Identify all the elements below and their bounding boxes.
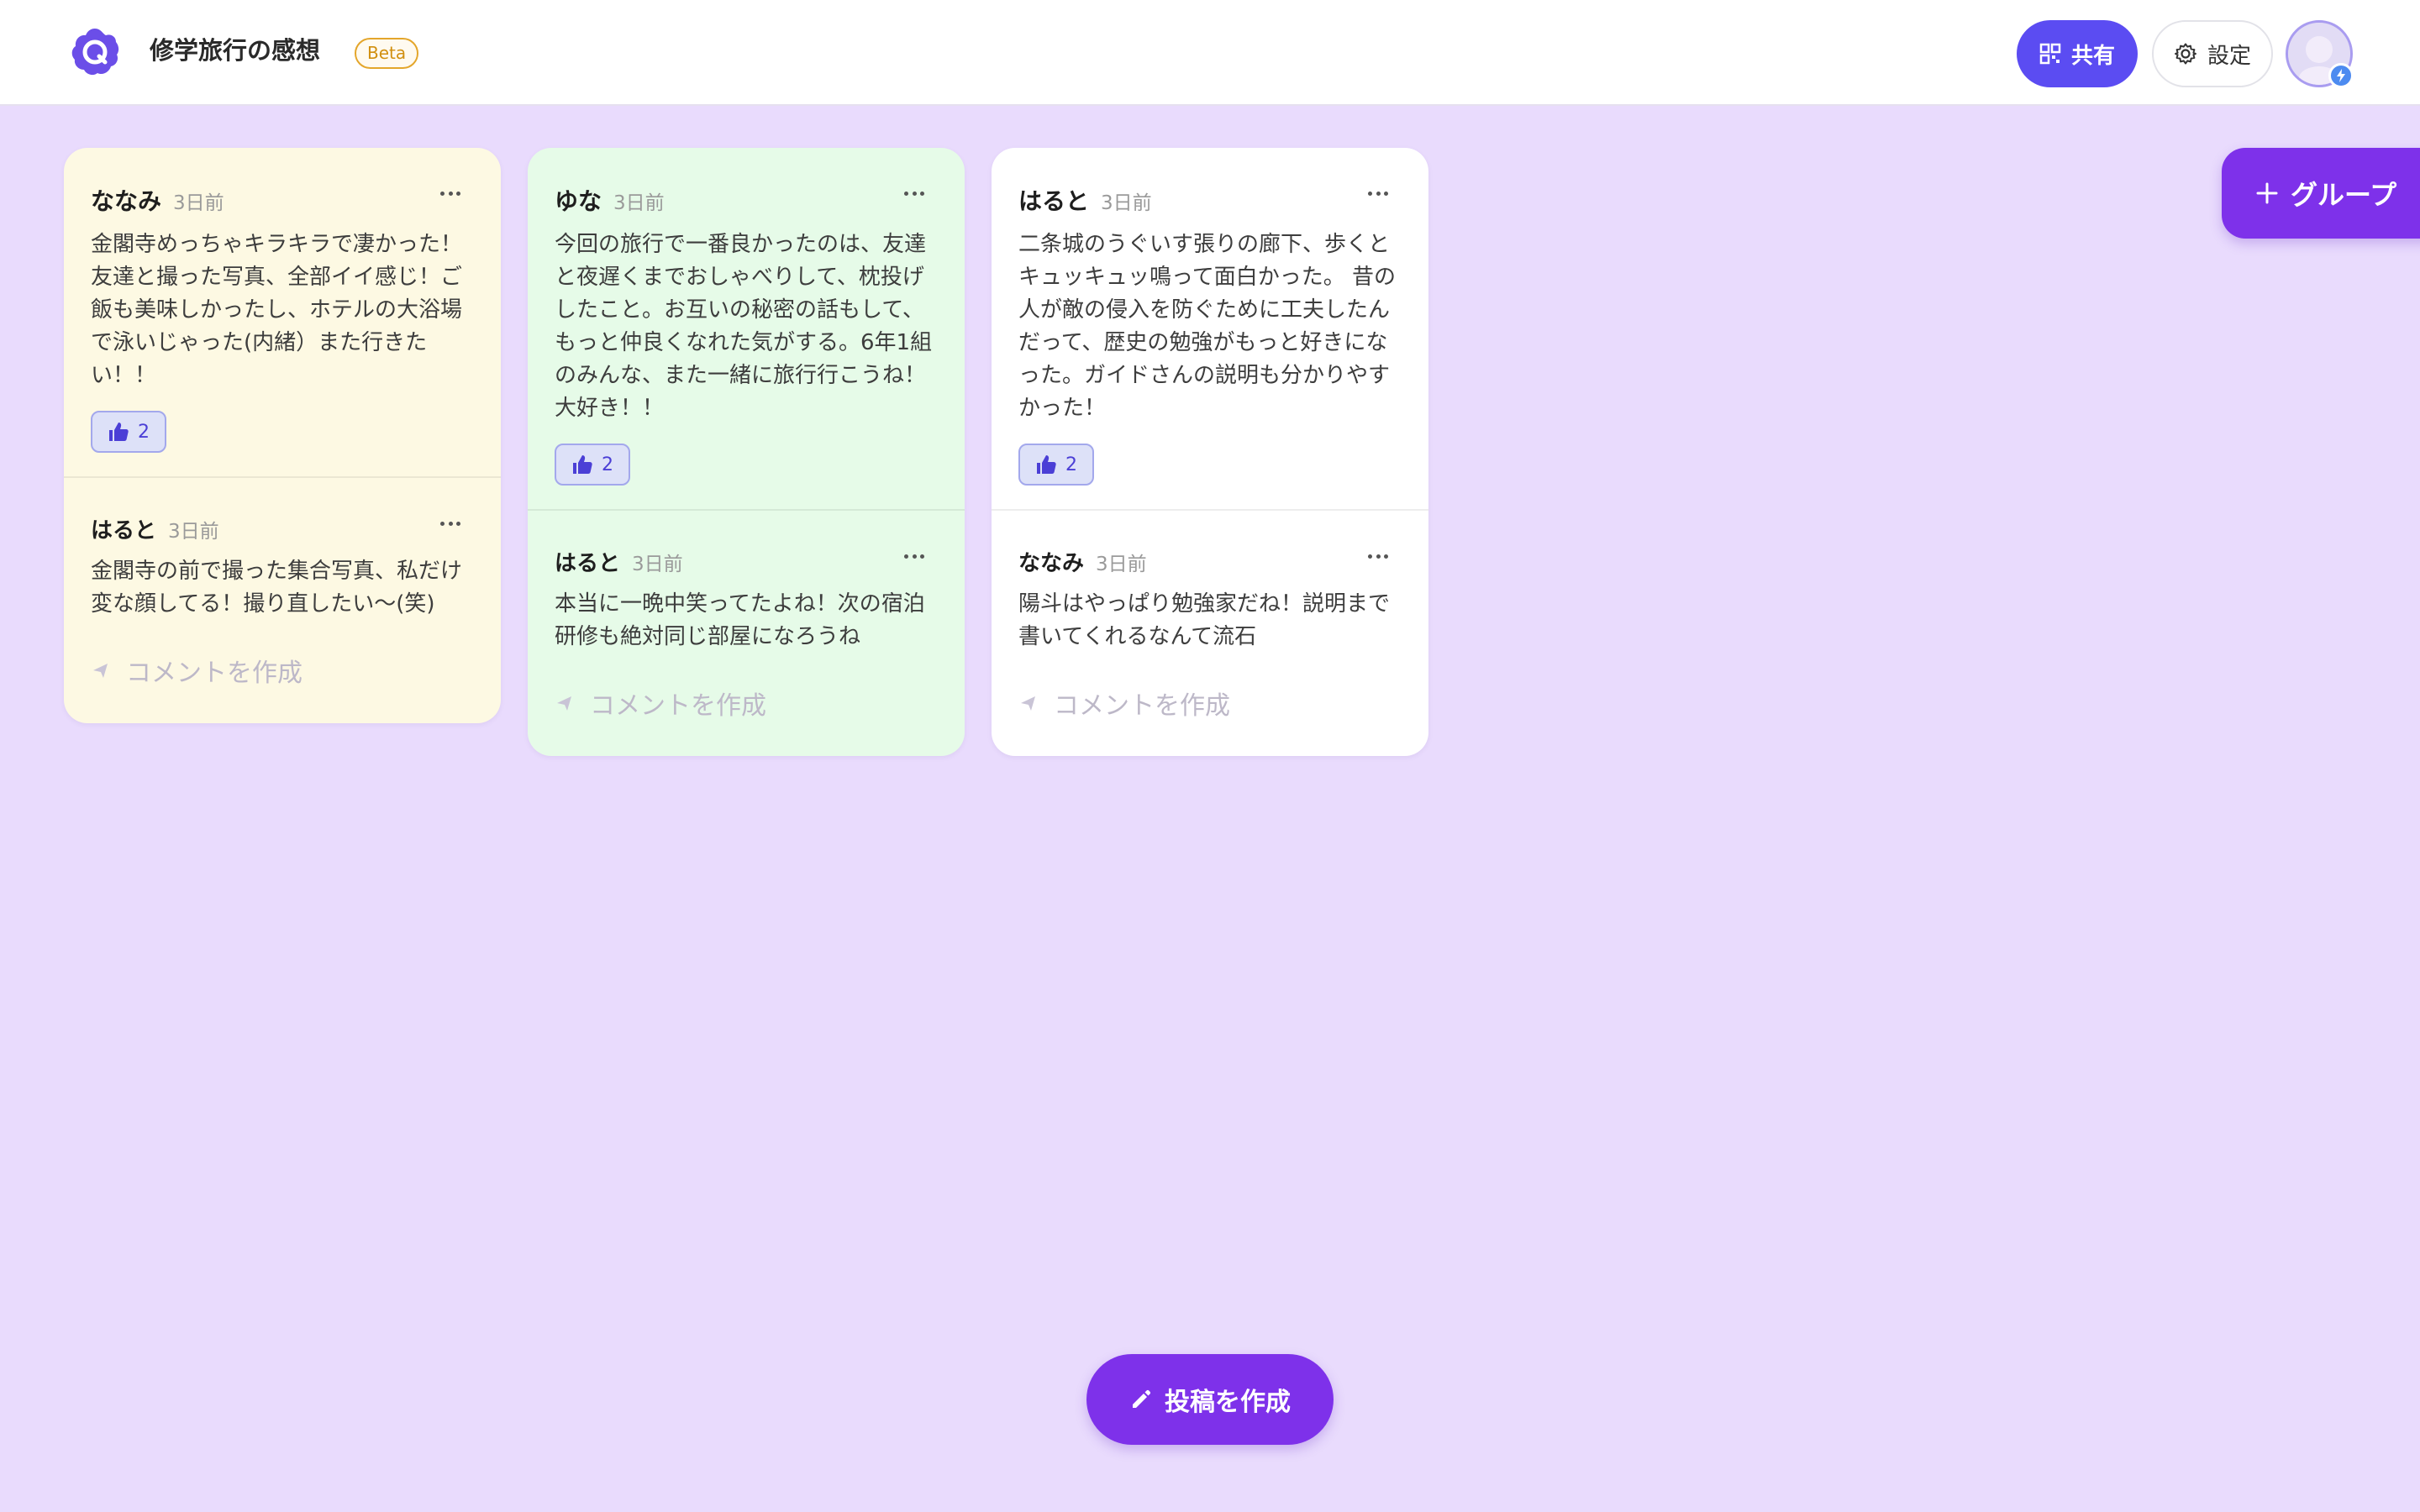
comment-time: 3日前 [632,554,683,575]
comment-input[interactable]: コメントを作成 [91,649,474,691]
comment-body: 金閣寺の前で撮った集合写真、私だけ変な顔してる！撮り直したい〜(笑) [91,559,463,617]
lightning-icon [2337,69,2345,82]
like-count: 2 [138,421,150,443]
avatar-badge [2328,63,2354,88]
more-options-icon[interactable] [904,192,924,198]
thumbs-up-icon [109,423,129,441]
comment-placeholder: コメントを作成 [1054,691,1230,721]
create-post-button[interactable]: 投稿を作成 [1086,1354,1334,1445]
comment-author: はると [91,518,157,543]
post-card: はると 3日前 二条城のうぐいす張りの廊下、歩くとキュッキュッ鳴って面白かった。… [992,148,1428,756]
more-options-icon[interactable] [440,522,460,528]
thumbs-up-icon [573,455,592,474]
thumbs-up-icon [1037,455,1056,474]
share-button-label: 共有 [2070,43,2115,69]
share-button[interactable]: 共有 [2017,20,2138,87]
comment-author: はると [555,551,621,576]
page-title: 修学旅行の感想 [150,36,321,65]
comment-author: ななみ [1018,551,1085,576]
post-card: ななみ 3日前 金閣寺めっちゃキラキラで凄かった！友達と撮った写真、全部イイ感じ… [64,148,501,723]
post: はると 3日前 二条城のうぐいす張りの廊下、歩くとキュッキュッ鳴って面白かった。… [992,148,1428,509]
post-body: 金閣寺めっちゃキラキラで凄かった！友達と撮った写真、全部イイ感じ！ご飯も美味しか… [91,232,463,388]
send-icon [1021,696,1035,711]
plus-icon [2256,182,2278,204]
comment: ななみ 3日前 陽斗はやっぱり勉強家だね！説明まで書いてくれるなんて流石 コメン… [992,509,1428,724]
post-card: ゆな 3日前 今回の旅行で一番良かったのは、友達と夜遅くまでおしゃべりして、枕投… [528,148,965,756]
like-count: 2 [1065,454,1077,475]
post: ゆな 3日前 今回の旅行で一番良かったのは、友達と夜遅くまでおしゃべりして、枕投… [528,148,965,509]
like-button[interactable]: 2 [555,444,630,486]
settings-button-label: 設定 [2207,43,2251,69]
more-options-icon[interactable] [1368,192,1388,198]
post-author: ゆな [555,187,602,215]
send-icon [93,664,108,678]
qr-code-icon [2039,43,2061,65]
post-body: 今回の旅行で一番良かったのは、友達と夜遅くまでおしゃべりして、枕投げしたこと。お… [555,232,933,421]
comment-time: 3日前 [168,521,219,543]
beta-badge: Beta [355,38,419,69]
gear-icon [2174,43,2196,65]
like-count: 2 [602,454,613,475]
add-group-label: グループ [2291,179,2397,211]
like-button[interactable]: 2 [91,411,166,453]
comment: はると 3日前 金閣寺の前で撮った集合写真、私だけ変な顔してる！撮り直したい〜(… [64,476,501,691]
comment-input[interactable]: コメントを作成 [1018,682,1402,724]
comment: はると 3日前 本当に一晩中笑ってたよね！次の宿泊研修も絶対同じ部屋になろうね … [528,509,965,724]
post-time: 3日前 [173,192,224,214]
more-options-icon[interactable] [440,192,460,198]
like-button[interactable]: 2 [1018,444,1094,486]
post-author: ななみ [91,187,162,215]
add-group-button[interactable]: グループ [2222,148,2420,239]
comment-input[interactable]: コメントを作成 [555,682,938,724]
send-icon [557,696,571,711]
avatar[interactable] [2286,20,2354,88]
post: ななみ 3日前 金閣寺めっちゃキラキラで凄かった！友達と撮った写真、全部イイ感じ… [64,148,501,476]
post-author: はると [1018,187,1090,215]
pencil-icon [1133,1389,1151,1408]
comment-placeholder: コメントを作成 [590,691,766,721]
more-options-icon[interactable] [1368,554,1388,561]
comment-body: 陽斗はやっぱり勉強家だね！説明まで書いてくれるなんて流石 [1018,591,1391,649]
comment-time: 3日前 [1096,554,1147,575]
post-time: 3日前 [1101,192,1152,214]
app-logo-icon[interactable] [69,26,121,78]
post-body: 二条城のうぐいす張りの廊下、歩くとキュッキュッ鳴って面白かった。 昔の人が敵の侵… [1018,232,1396,421]
post-time: 3日前 [613,192,665,214]
settings-button[interactable]: 設定 [2152,20,2273,87]
comment-body: 本当に一晩中笑ってたよね！次の宿泊研修も絶対同じ部屋になろうね [555,591,925,649]
create-post-label: 投稿を作成 [1165,1388,1291,1417]
more-options-icon[interactable] [904,554,924,561]
top-bar: 修学旅行の感想 Beta 共有 設定 [0,0,2420,106]
comment-placeholder: コメントを作成 [126,659,302,688]
